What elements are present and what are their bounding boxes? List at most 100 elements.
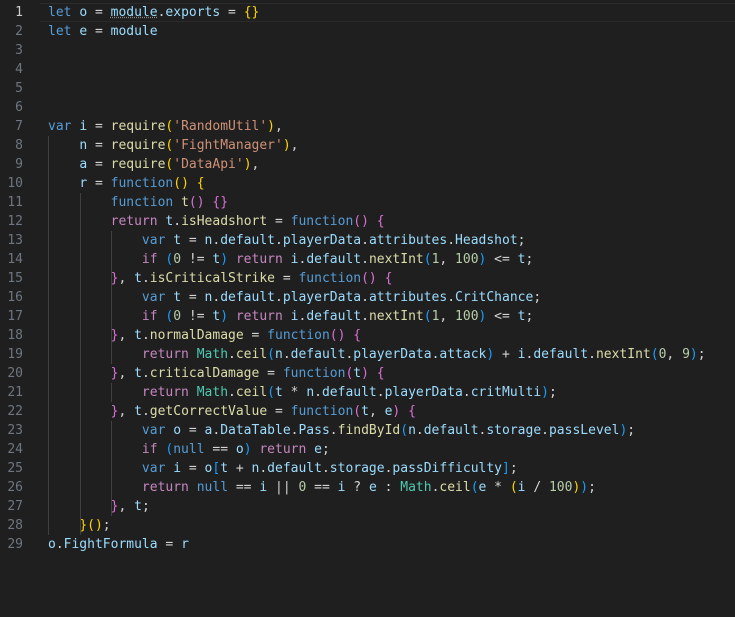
code-text[interactable]: }, t.getCorrectValue = function(t, e) { xyxy=(48,402,416,421)
code-text[interactable]: let e = module xyxy=(48,22,158,41)
code-text[interactable]: return t.isHeadshort = function() { xyxy=(48,212,385,231)
code-token: ( xyxy=(267,347,275,362)
code-line[interactable]: 10 r = function() { xyxy=(0,174,735,193)
code-text[interactable]: return null == i || 0 == i ? e : Math.ce… xyxy=(48,478,596,497)
line-number: 4 xyxy=(15,62,23,77)
code-token: null xyxy=(173,442,205,457)
code-line[interactable]: 20 }, t.criticalDamage = function(t) { xyxy=(0,364,735,383)
code-token: ) xyxy=(689,347,698,362)
code-token: ( xyxy=(470,480,479,495)
code-text[interactable]: n = require('FightManager'), xyxy=(48,136,298,155)
line-number: 19 xyxy=(7,347,23,362)
code-line[interactable]: 12 return t.isHeadshort = function() { xyxy=(0,212,735,231)
code-token: storage xyxy=(329,461,385,476)
code-token: == xyxy=(204,442,236,457)
code-line[interactable]: 6 xyxy=(0,98,735,117)
code-token: , xyxy=(368,404,385,419)
code-line[interactable]: 4 xyxy=(0,60,735,79)
code-token: return xyxy=(259,442,315,457)
code-token: , xyxy=(251,157,260,172)
code-token: . xyxy=(275,290,283,305)
code-token: ( xyxy=(650,347,659,362)
line-number: 24 xyxy=(7,442,23,457)
code-text[interactable]: r = function() { xyxy=(48,174,204,193)
code-text[interactable]: }, t; xyxy=(48,497,150,516)
code-token: { xyxy=(376,214,385,229)
code-text[interactable]: if (0 != t) return i.default.nextInt(1, … xyxy=(48,250,533,269)
code-line[interactable]: 7 var i = require('RandomUtil'), xyxy=(0,117,735,136)
code-token: . xyxy=(275,233,283,248)
code-text[interactable]: return Math.ceil(n.default.playerData.at… xyxy=(48,345,706,364)
code-token: , xyxy=(439,252,456,267)
code-text[interactable]: return Math.ceil(t * n.default.playerDat… xyxy=(48,383,557,402)
code-token: ) xyxy=(267,119,275,134)
code-text[interactable]: if (0 != t) return i.default.nextInt(1, … xyxy=(48,307,533,326)
code-text[interactable]: a = require('DataApi'), xyxy=(48,155,259,174)
code-token: . xyxy=(141,328,150,343)
code-token: = xyxy=(87,24,111,39)
code-line[interactable]: 8 n = require('FightManager'), xyxy=(0,136,735,155)
code-text[interactable]: }, t.isCriticalStrike = function() { xyxy=(48,269,393,288)
code-token: return xyxy=(141,347,197,362)
code-text[interactable]: var t = n.default.playerData.attributes.… xyxy=(48,288,541,307)
code-token: , xyxy=(118,499,135,514)
code-token: = xyxy=(87,119,111,134)
code-text[interactable]: let o = module.exports = {} xyxy=(48,3,259,22)
code-token: ) xyxy=(243,442,252,457)
code-token: default xyxy=(220,290,275,305)
code-text[interactable]: var i = require('RandomUtil'), xyxy=(48,117,283,136)
code-text[interactable]: if (null == o) return e; xyxy=(48,440,330,459)
code-token: FightFormula xyxy=(63,537,158,552)
code-token: if xyxy=(141,309,166,324)
code-token: 'DataApi' xyxy=(173,157,244,172)
code-text[interactable]: var i = o[t + n.default.storage.passDiff… xyxy=(48,459,518,478)
code-line[interactable]: 5 xyxy=(0,79,735,98)
code-token: ; xyxy=(525,309,534,324)
line-number: 16 xyxy=(7,290,23,305)
code-token: ; xyxy=(102,518,111,533)
code-token: attributes xyxy=(368,233,448,248)
code-text[interactable]: var t = n.default.playerData.attributes.… xyxy=(48,231,526,250)
code-token: o xyxy=(235,442,244,457)
code-editor[interactable]: 1 let o = module.exports = {} 2 let e = mod… xyxy=(0,0,735,617)
code-text[interactable]: }, t.criticalDamage = function(t) { xyxy=(48,364,385,383)
code-text[interactable]: }, t.normalDamage = function() { xyxy=(48,326,361,345)
code-token: default xyxy=(220,233,275,248)
code-token: = xyxy=(181,461,205,476)
code-line[interactable]: 11 function t() {} xyxy=(0,193,735,212)
code-token: t xyxy=(134,271,142,286)
line-number: 7 xyxy=(15,119,23,134)
code-line[interactable]: 9 a = require('DataApi'), xyxy=(0,155,735,174)
code-line[interactable]: 22 }, t.getCorrectValue = function(t, e)… xyxy=(0,402,735,421)
code-token: , xyxy=(439,309,456,324)
code-line[interactable]: 28 }(); xyxy=(0,516,735,535)
code-line[interactable]: 2 let e = module xyxy=(0,22,735,41)
code-token: . xyxy=(228,347,236,362)
code-token: . xyxy=(141,271,150,286)
code-token: ) xyxy=(541,385,549,400)
code-token: { xyxy=(376,366,385,381)
code-line[interactable]: 3 xyxy=(0,41,735,60)
code-token: , xyxy=(290,138,299,153)
code-token: <= xyxy=(486,309,518,324)
code-text[interactable]: var o = a.DataTable.Pass.findById(n.defa… xyxy=(48,421,635,440)
code-line[interactable]: 29 o.FightFormula = r xyxy=(0,535,735,554)
code-text[interactable]: o.FightFormula = r xyxy=(48,535,189,554)
code-token: + xyxy=(228,461,252,476)
code-token: if xyxy=(141,442,166,457)
code-text[interactable]: function t() {} xyxy=(48,193,228,212)
code-token: t xyxy=(134,404,142,419)
code-token: let xyxy=(48,5,80,20)
code-token: t xyxy=(275,385,283,400)
code-token: Math xyxy=(400,480,432,495)
code-token: = xyxy=(267,404,291,419)
code-token: passDifficulty xyxy=(392,461,502,476)
code-token: . xyxy=(141,404,150,419)
code-token: * xyxy=(486,480,510,495)
code-token: module xyxy=(110,24,158,39)
code-line[interactable]: 1 let o = module.exports = {} xyxy=(0,3,735,22)
